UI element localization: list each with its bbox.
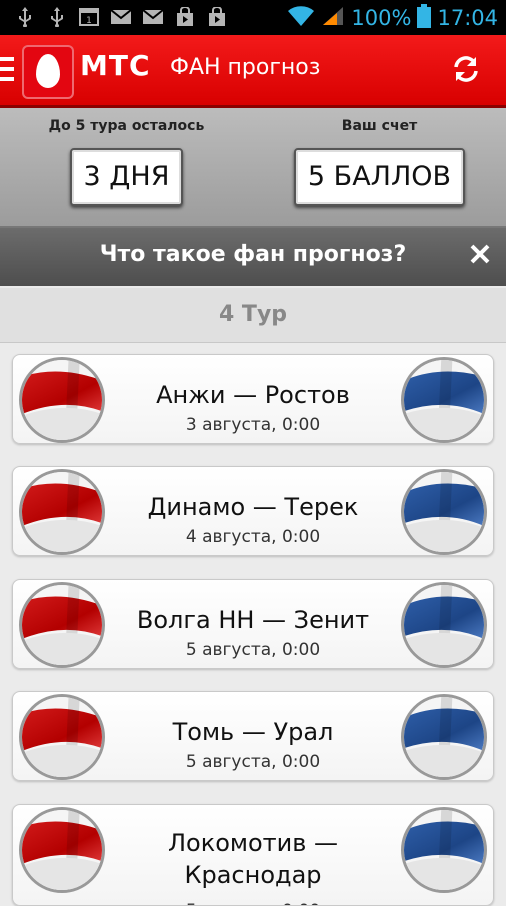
match-card[interactable]: Динамо — Терек 4 августа, 0:00	[12, 466, 494, 556]
home-team-flag-icon	[19, 807, 105, 893]
score-section: Ваш счет 5 БАЛЛОВ	[253, 108, 506, 206]
days-left-label: До 5 тура осталось	[48, 118, 205, 134]
notification-1-icon: 1	[78, 6, 100, 28]
egg-icon	[36, 54, 60, 88]
match-card[interactable]: Анжи — Ростов 3 августа, 0:00	[12, 354, 494, 444]
score-value: 5 БАЛЛОВ	[293, 148, 466, 206]
what-is-banner[interactable]: Что такое фан прогноз?	[0, 228, 506, 286]
close-icon[interactable]	[466, 240, 494, 268]
status-bar: 1 100% 17:04	[0, 0, 506, 35]
what-is-link[interactable]: Что такое фан прогноз?	[0, 242, 506, 267]
away-team-flag-icon	[401, 807, 487, 893]
mail-icon	[142, 6, 164, 28]
app-header: МТС ФАН прогноз	[0, 35, 506, 108]
brand-name: МТС	[80, 49, 151, 82]
match-title: Локомотив — Краснодар	[167, 829, 339, 889]
away-team-flag-icon	[401, 357, 487, 443]
system-indicators: 100% 17:04	[287, 4, 498, 32]
mts-logo[interactable]	[22, 45, 74, 99]
score-label: Ваш счет	[341, 118, 418, 134]
svg-text:1: 1	[86, 16, 92, 26]
round-header: 4 Тур	[0, 288, 506, 343]
match-date: 3 августа, 0:00	[185, 415, 321, 435]
store-icon	[206, 6, 228, 28]
battery-level: 100%	[351, 6, 412, 30]
home-team-flag-icon	[19, 469, 105, 555]
match-title: Динамо — Терек	[147, 493, 359, 521]
match-title: Волга НН — Зенит	[136, 606, 370, 634]
away-team-flag-icon	[401, 469, 487, 555]
clock: 17:04	[437, 6, 498, 30]
menu-icon[interactable]	[0, 57, 14, 81]
notification-icons: 1	[14, 6, 228, 28]
page-title: ФАН прогноз	[170, 55, 321, 80]
refresh-icon[interactable]	[452, 55, 480, 83]
match-date: 5 августа, 0:00	[113, 901, 393, 905]
home-team-flag-icon	[19, 582, 105, 668]
match-date: 5 августа, 0:00	[185, 640, 321, 660]
away-team-flag-icon	[401, 694, 487, 780]
days-left-value: 3 ДНЯ	[69, 148, 184, 206]
mail-icon	[110, 6, 132, 28]
usb-icon	[46, 6, 68, 28]
match-date: 4 августа, 0:00	[185, 527, 321, 547]
match-date: 5 августа, 0:00	[185, 752, 321, 772]
store-icon	[174, 6, 196, 28]
home-team-flag-icon	[19, 357, 105, 443]
info-panel: До 5 тура осталось 3 ДНЯ Ваш счет 5 БАЛЛ…	[0, 108, 506, 228]
match-card[interactable]: Томь — Урал 5 августа, 0:00	[12, 691, 494, 781]
match-title: Томь — Урал	[172, 718, 334, 746]
match-title: Анжи — Ростов	[156, 381, 350, 409]
wifi-icon	[287, 5, 315, 31]
match-card[interactable]: Локомотив — Краснодар 5 августа, 0:00	[12, 804, 494, 906]
usb-icon	[14, 6, 36, 28]
days-left-section: До 5 тура осталось 3 ДНЯ	[0, 108, 253, 206]
battery-icon	[417, 4, 432, 32]
signal-icon	[321, 5, 345, 31]
match-card[interactable]: Волга НН — Зенит 5 августа, 0:00	[12, 579, 494, 669]
home-team-flag-icon	[19, 694, 105, 780]
away-team-flag-icon	[401, 582, 487, 668]
